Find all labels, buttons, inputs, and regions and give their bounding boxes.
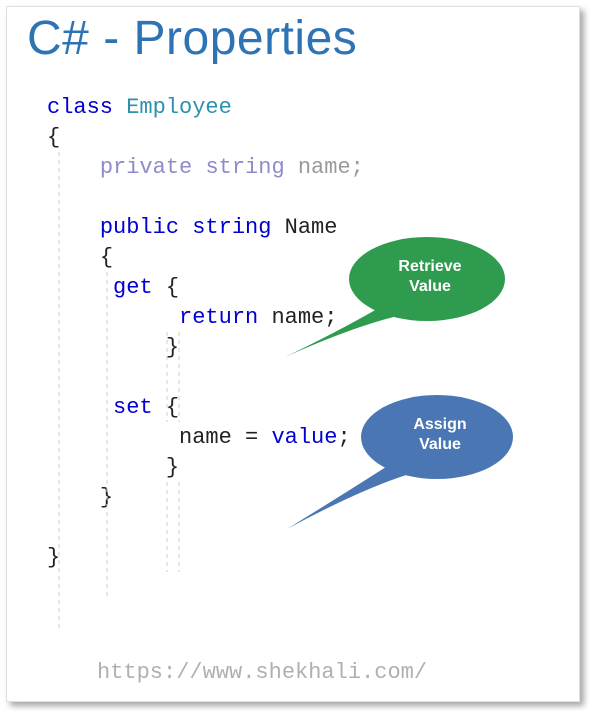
keyword-class: class (47, 95, 113, 120)
document-card: C# - Properties class Employee { private… (6, 6, 580, 702)
brace-close: } (47, 545, 60, 570)
keyword-string: string (192, 215, 271, 240)
brace-close: } (166, 335, 179, 360)
keyword-public: public (100, 215, 179, 240)
footer-url: https://www.shekhali.com/ (97, 660, 427, 685)
keyword-return: return (179, 305, 258, 330)
assign-target: name (179, 425, 232, 450)
callout-retrieve-line2: Value (409, 278, 451, 295)
keyword-private: private (100, 155, 192, 180)
keyword-get: get (113, 275, 153, 300)
equals: = (245, 425, 258, 450)
brace-open: { (100, 245, 113, 270)
brace-open: { (47, 125, 60, 150)
brace-close: } (100, 485, 113, 510)
callout-retrieve: Retrieve Value (277, 237, 517, 377)
class-name: Employee (126, 95, 232, 120)
brace-open: { (166, 395, 179, 420)
field-name: name (298, 155, 351, 180)
callout-assign-line1: Assign (413, 416, 466, 433)
document-title: C# - Properties (27, 11, 357, 66)
keyword-set: set (113, 395, 153, 420)
brace-close: } (166, 455, 179, 480)
keyword-string: string (205, 155, 284, 180)
callout-retrieve-line1: Retrieve (398, 258, 461, 275)
semicolon: ; (351, 155, 364, 180)
brace-open: { (166, 275, 179, 300)
callout-assign-line2: Value (419, 436, 461, 453)
callout-assign: Assign Value (287, 395, 527, 545)
